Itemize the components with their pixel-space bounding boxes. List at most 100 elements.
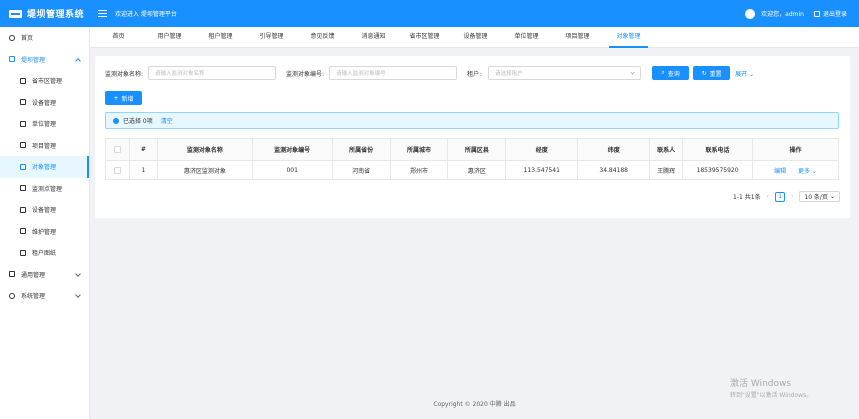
logo-icon: [9, 9, 22, 18]
column-header: 经度: [505, 138, 579, 161]
column-header: 监测对象编号: [251, 138, 333, 161]
column-header: 联系电话: [682, 138, 754, 161]
edit-link[interactable]: 编辑: [774, 168, 786, 175]
add-button[interactable]: + 新增: [105, 91, 142, 105]
sidebar-item-label: 租户图纸: [32, 250, 57, 258]
prev-page-icon[interactable]: ‹: [767, 193, 769, 200]
cell-actions: 编辑 | 更多 ⌄: [752, 160, 839, 180]
column-header: 所属省份: [331, 138, 391, 161]
expand-link[interactable]: 展开 ⌄: [735, 69, 754, 78]
welcome-text: 欢迎进入 堤坝管理平台: [115, 11, 177, 18]
pagination-summary: 1-1 共1条: [733, 194, 761, 201]
sidebar-item-label: 系统管理: [21, 293, 46, 301]
windows-watermark: 激活 Windows 转到"设置"以激活 Windows。: [730, 376, 812, 399]
file-icon: [20, 206, 26, 213]
device-icon: [20, 99, 26, 106]
tab-tenant[interactable]: 租户管理: [195, 27, 246, 48]
tab-object[interactable]: 对象管理: [603, 27, 654, 48]
tab-home[interactable]: 首页: [93, 27, 144, 48]
file-icon: [9, 56, 15, 63]
sidebar-item-equipment[interactable]: 设备管理: [0, 199, 89, 221]
sidebar-item-label: 设备管理: [32, 207, 57, 215]
sidebar-item-label: 堤坝管理: [21, 56, 46, 64]
sidebar-item-label: 项目管理: [32, 142, 57, 150]
select-all-cell: [105, 138, 130, 161]
tenant-placeholder: 请选择租户: [495, 71, 523, 77]
page-size-select[interactable]: 10 条/页 ⌄: [799, 191, 840, 202]
file-icon: [20, 228, 26, 235]
reload-icon: ↻: [701, 69, 707, 77]
tab-feedback[interactable]: 意见反馈: [297, 27, 348, 48]
file-icon: [9, 271, 15, 278]
reset-button[interactable]: ↻ 重置: [693, 66, 731, 80]
sidebar-group-common[interactable]: 通用管理: [0, 264, 89, 286]
sidebar-item-object[interactable]: 对象管理: [0, 156, 89, 178]
tenant-select[interactable]: 请选择租户: [488, 66, 642, 80]
next-page-icon[interactable]: ›: [791, 193, 793, 200]
sidebar-item-label: 通用管理: [21, 271, 46, 279]
add-label: 新增: [121, 95, 134, 103]
code-input[interactable]: 请输入监测对象编号: [329, 66, 458, 80]
user-greeting[interactable]: 欢迎您，admin: [761, 9, 804, 18]
sidebar-item-tenant-drawing[interactable]: 租户图纸: [0, 242, 89, 264]
column-header: 所属区县: [447, 138, 507, 161]
menu-toggle-icon[interactable]: [98, 10, 107, 17]
sidebar-item-home[interactable]: 首页: [0, 27, 89, 49]
cell-code: 001: [251, 160, 333, 180]
avatar[interactable]: [745, 8, 756, 19]
column-header: 监测对象名称: [156, 138, 253, 161]
chevron-up-icon: [75, 57, 81, 64]
more-link[interactable]: 更多 ⌄: [798, 168, 817, 175]
page-button-current[interactable]: 1: [774, 191, 785, 202]
info-icon: [113, 117, 119, 124]
sidebar-item-device[interactable]: 设备管理: [0, 92, 89, 114]
sidebar-item-unit[interactable]: 单位管理: [0, 113, 89, 135]
sidebar-item-maintenance[interactable]: 维护管理: [0, 221, 89, 243]
file-icon: [20, 142, 26, 149]
page-size-label: 10 条/页: [804, 194, 828, 201]
pagination: 1-1 共1条 ‹ 1 › 10 条/页 ⌄: [733, 191, 840, 202]
column-header: 操作: [752, 138, 839, 161]
sidebar-item-label: 对象管理: [32, 164, 57, 172]
tab-guide[interactable]: 引导管理: [246, 27, 297, 48]
sidebar-item-monitor-point[interactable]: 监测点管理: [0, 178, 89, 200]
home-icon: [9, 34, 15, 41]
sidebar-item-project[interactable]: 项目管理: [0, 135, 89, 157]
more-label: 更多: [797, 167, 810, 175]
app-logo[interactable]: 堤坝管理系统: [0, 0, 90, 27]
watermark-line1: 激活 Windows: [730, 379, 792, 389]
logout-button[interactable]: 退出登录: [813, 9, 847, 18]
cell-province: 河南省: [331, 160, 391, 180]
chevron-down-icon: [75, 270, 81, 277]
code-label: 监测对象编号:: [286, 70, 325, 78]
clear-selection-link[interactable]: 清空: [161, 116, 173, 125]
sidebar-item-label: 维护管理: [32, 228, 57, 236]
tab-notice[interactable]: 消息通知: [348, 27, 399, 48]
tab-user[interactable]: 用户管理: [144, 27, 195, 48]
tab-region[interactable]: 省市区管理: [399, 27, 450, 48]
tab-device[interactable]: 设备管理: [450, 27, 501, 48]
tab-unit[interactable]: 单位管理: [501, 27, 552, 48]
sidebar-group-system[interactable]: 系统管理: [0, 285, 89, 307]
sidebar-item-region[interactable]: 省市区管理: [0, 70, 89, 92]
tab-project[interactable]: 项目管理: [552, 27, 603, 48]
query-button[interactable]: ⌕ 查询: [652, 66, 690, 80]
cell-longitude: 113.547541: [505, 160, 579, 180]
logout-icon: [813, 10, 820, 17]
selection-text: 已选择 0项: [123, 118, 153, 125]
file-icon: [20, 185, 26, 192]
file-icon: [20, 77, 26, 84]
sidebar-group-dam[interactable]: 堤坝管理: [0, 49, 89, 71]
sidebar-item-label: 省市区管理: [32, 78, 63, 86]
chevron-down-icon: ⌄: [749, 70, 755, 78]
sidebar-item-label: 设备管理: [32, 99, 57, 107]
name-input[interactable]: 请输入监测对象名称: [148, 66, 277, 80]
watermark-line2: 转到"设置"以激活 Windows。: [730, 392, 813, 399]
name-label: 监测对象名称:: [105, 70, 144, 78]
select-all-checkbox[interactable]: [113, 146, 121, 153]
file-icon: [20, 249, 26, 256]
app-title: 堤坝管理系统: [27, 10, 85, 20]
search-icon: ⌕: [661, 69, 665, 76]
table-row[interactable]: 1 惠济区监测对象 001 河南省 郑州市 惠济区 113.547541 34.…: [105, 160, 839, 180]
row-checkbox[interactable]: [113, 166, 121, 174]
